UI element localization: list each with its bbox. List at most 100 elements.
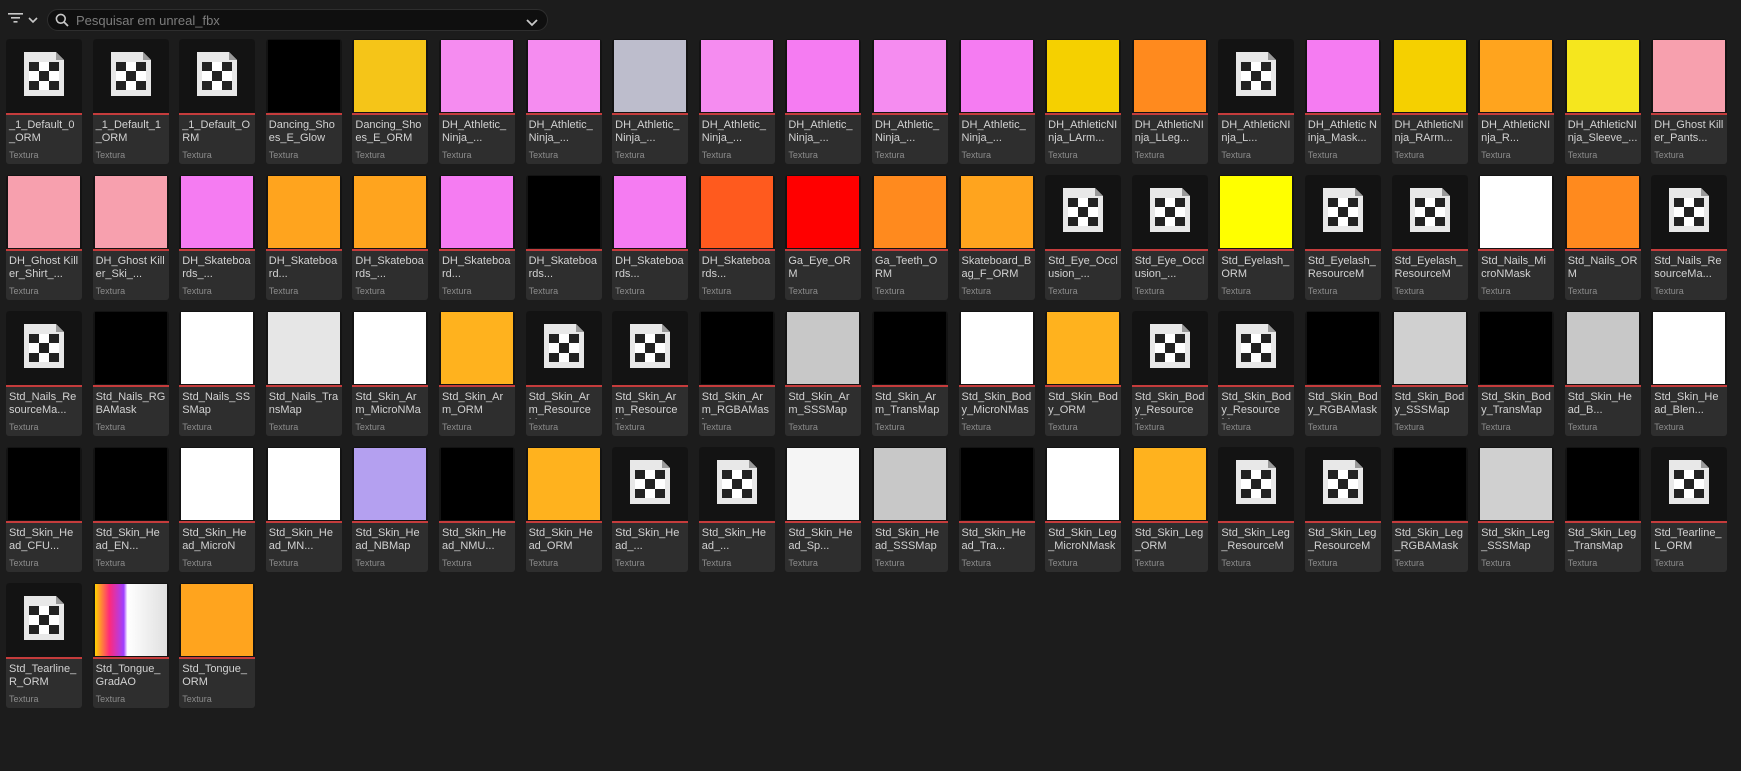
asset-type: Textura xyxy=(95,694,126,704)
asset-tile[interactable]: Std_Skin_Body_ResourceM... Textura xyxy=(1218,311,1295,436)
asset-tile[interactable]: DH_AthleticNInja_LArm... Textura xyxy=(1045,39,1122,164)
asset-tile[interactable]: Std_Nails_MicroNMask Textura xyxy=(1478,175,1555,300)
asset-tile[interactable]: DH_Ghost Killer_Ski_... Textura xyxy=(92,175,169,300)
asset-tile[interactable]: Std_Nails_TransMap Textura xyxy=(265,311,342,436)
asset-tile[interactable]: Std_Eyelash_ResourceMa... Textura xyxy=(1391,175,1468,300)
asset-tile[interactable]: DH_Athletic_Ninja_... Textura xyxy=(698,39,775,164)
asset-tile[interactable]: Std_Nails_RGBAMask Textura xyxy=(92,311,169,436)
asset-tile[interactable]: Std_Skin_Body_TransMap Textura xyxy=(1478,311,1555,436)
asset-thumbnail xyxy=(352,447,429,523)
asset-tile[interactable]: Std_Eye_Occlusion_... Textura xyxy=(1045,175,1122,300)
asset-tile[interactable]: Std_Skin_Body_RGBAMask Textura xyxy=(1304,311,1381,436)
asset-tile[interactable]: Std_Skin_Leg_TransMap Textura xyxy=(1564,447,1641,572)
asset-tile[interactable]: Std_Skin_Head_MicroN Textura xyxy=(179,447,256,572)
asset-tile[interactable]: Std_Skin_Head_CFU... Textura xyxy=(6,447,82,572)
search-options-chevron-icon[interactable] xyxy=(526,15,538,33)
asset-tile[interactable]: Std_Skin_Arm_ResourceM... Textura xyxy=(612,311,689,436)
asset-tile[interactable]: DH_Skateboard... Textura xyxy=(265,175,342,300)
asset-tile[interactable]: Std_Skin_Leg_MicroNMask Textura xyxy=(1045,447,1122,572)
asset-tile[interactable]: Std_Tongue_ORM Textura xyxy=(179,583,256,708)
asset-tile[interactable]: Std_Skin_Head_NBMap Textura xyxy=(352,447,429,572)
asset-tile[interactable]: Std_Skin_Arm_MicroNMask Textura xyxy=(352,311,429,436)
asset-tile[interactable]: Std_Skin_Head_Blen... Textura xyxy=(1651,311,1728,436)
asset-tile[interactable]: Std_Skin_Body_ResourceM... Textura xyxy=(1131,311,1208,436)
asset-tile[interactable]: Std_Skin_Leg_ResourceMa... Textura xyxy=(1218,447,1295,572)
asset-tile[interactable]: Std_Skin_Leg_SSSMap Textura xyxy=(1478,447,1555,572)
asset-type: Textura xyxy=(961,422,992,432)
asset-tile[interactable]: Std_Nails_ORM Textura xyxy=(1564,175,1641,300)
asset-tile[interactable]: Std_Skin_Arm_SSSMap Textura xyxy=(785,311,862,436)
asset-tile[interactable]: Dancing_Shoes_E_Glow Textura xyxy=(265,39,342,164)
asset-tile[interactable]: DH_Ghost Killer_Shirt_... Textura xyxy=(6,175,82,300)
asset-tile[interactable]: Std_Skin_Leg_RGBAMask Textura xyxy=(1391,447,1468,572)
asset-tile[interactable]: Std_Eyelash_ResourceMa... Textura xyxy=(1304,175,1381,300)
asset-tile[interactable]: Std_Skin_Leg_ORM Textura xyxy=(1131,447,1208,572)
asset-tile[interactable]: DH_Athletic_Ninja_... Textura xyxy=(438,39,515,164)
asset-tile[interactable]: Std_Skin_Head_Sp... Textura xyxy=(785,447,862,572)
asset-tile[interactable]: DH_Ghost Killer_Pants... Textura xyxy=(1651,39,1728,164)
asset-type: Textura xyxy=(1567,422,1598,432)
asset-type: Textura xyxy=(701,422,732,432)
asset-tile[interactable]: Std_Skin_Arm_ResourceM... Textura xyxy=(525,311,602,436)
asset-tile[interactable]: Std_Skin_Arm_ORM Textura xyxy=(438,311,515,436)
asset-tile[interactable]: DH_Skateboard... Textura xyxy=(438,175,515,300)
asset-tile[interactable]: Std_Nails_ResourceMa... Textura xyxy=(6,311,82,436)
asset-tile[interactable]: Std_Skin_Head_... Textura xyxy=(698,447,775,572)
asset-tile[interactable]: Std_Eye_Occlusion_... Textura xyxy=(1131,175,1208,300)
asset-tile[interactable]: Std_Skin_Body_ORM Textura xyxy=(1045,311,1122,436)
filter-button[interactable] xyxy=(8,11,42,29)
search-input[interactable] xyxy=(76,10,506,30)
asset-tile[interactable]: Skateboard_Bag_F_ORM Textura xyxy=(958,175,1035,300)
texture-preview xyxy=(614,40,687,112)
asset-tile[interactable]: Std_Tongue_GradAO Textura xyxy=(92,583,169,708)
asset-tile[interactable]: _1_Default_0_ORM Textura xyxy=(6,39,82,164)
asset-tile[interactable]: Std_Nails_ResourceMa... Textura xyxy=(1651,175,1728,300)
asset-tile[interactable]: DH_AthleticNInja_L... Textura xyxy=(1218,39,1295,164)
asset-tile[interactable]: DH_Athletic_Ninja_... Textura xyxy=(525,39,602,164)
asset-tile[interactable]: Std_Skin_Head_... Textura xyxy=(612,447,689,572)
asset-tile[interactable]: DH_Athletic Ninja_Mask... Textura xyxy=(1304,39,1381,164)
asset-tile[interactable]: Std_Skin_Head_B... Textura xyxy=(1564,311,1641,436)
asset-tile[interactable]: DH_Skateboards... Textura xyxy=(525,175,602,300)
asset-type: Textura xyxy=(1134,422,1165,432)
asset-type: Textura xyxy=(1394,286,1425,296)
asset-tile[interactable]: DH_AthleticNInja_LLeg... Textura xyxy=(1131,39,1208,164)
asset-tile[interactable]: Std_Skin_Body_MicroNMask Textura xyxy=(958,311,1035,436)
asset-type: Textura xyxy=(9,286,39,296)
asset-tile[interactable]: _1_Default_ORM Textura xyxy=(179,39,256,164)
asset-tile[interactable]: DH_AthleticNInja_RArm... Textura xyxy=(1391,39,1468,164)
asset-tile[interactable]: Std_Skin_Arm_TransMap Textura xyxy=(871,311,948,436)
asset-tile[interactable]: Std_Skin_Head_ORM Textura xyxy=(525,447,602,572)
asset-tile[interactable]: Std_Nails_SSSMap Textura xyxy=(179,311,256,436)
asset-tile[interactable]: DH_Skateboards_... Textura xyxy=(352,175,429,300)
asset-tile[interactable]: Std_Tearline_L_ORM Textura xyxy=(1651,447,1728,572)
asset-type: Textura xyxy=(268,286,299,296)
asset-tile[interactable]: DH_Skateboards... Textura xyxy=(698,175,775,300)
asset-name: Std_Eyelash_ResourceMa... xyxy=(1307,255,1376,283)
asset-tile[interactable]: Ga_Eye_ORM Textura xyxy=(785,175,862,300)
asset-tile[interactable]: DH_AthleticNInja_Sleeve_... Textura xyxy=(1564,39,1641,164)
texture-placeholder-icon xyxy=(1663,184,1715,241)
asset-tile[interactable]: DH_Athletic_Ninja_... Textura xyxy=(871,39,948,164)
asset-tile[interactable]: Std_Skin_Head_Tra... Textura xyxy=(958,447,1035,572)
asset-tile[interactable]: Std_Skin_Body_SSSMap Textura xyxy=(1391,311,1468,436)
asset-thumbnail xyxy=(1391,311,1468,387)
asset-tile[interactable]: Std_Eyelash_ORM Textura xyxy=(1218,175,1295,300)
asset-tile[interactable]: Std_Skin_Leg_ResourceMa... Textura xyxy=(1304,447,1381,572)
asset-type: Textura xyxy=(528,150,559,160)
asset-tile[interactable]: Std_Skin_Head_SSSMap Textura xyxy=(871,447,948,572)
asset-tile[interactable]: Std_Skin_Head_NMU... Textura xyxy=(438,447,515,572)
asset-tile[interactable]: Std_Skin_Head_MN... Textura xyxy=(265,447,342,572)
asset-tile[interactable]: Std_Skin_Head_EN... Textura xyxy=(92,447,169,572)
asset-tile[interactable]: DH_AthleticNInja_R... Textura xyxy=(1478,39,1555,164)
asset-tile[interactable]: DH_Athletic_Ninja_... Textura xyxy=(785,39,862,164)
asset-tile[interactable]: DH_Athletic_Ninja_... Textura xyxy=(958,39,1035,164)
asset-tile[interactable]: DH_Athletic_Ninja_... Textura xyxy=(612,39,689,164)
asset-tile[interactable]: DH_Skateboards... Textura xyxy=(612,175,689,300)
asset-tile[interactable]: Std_Tearline_R_ORM Textura xyxy=(6,583,82,708)
asset-tile[interactable]: Dancing_Shoes_E_ORM Textura xyxy=(352,39,429,164)
asset-tile[interactable]: DH_Skateboards_... Textura xyxy=(179,175,256,300)
asset-tile[interactable]: Std_Skin_Arm_RGBAMask Textura xyxy=(698,311,775,436)
asset-tile[interactable]: Ga_Teeth_ORM Textura xyxy=(871,175,948,300)
asset-tile[interactable]: _1_Default_1_ORM Textura xyxy=(92,39,169,164)
